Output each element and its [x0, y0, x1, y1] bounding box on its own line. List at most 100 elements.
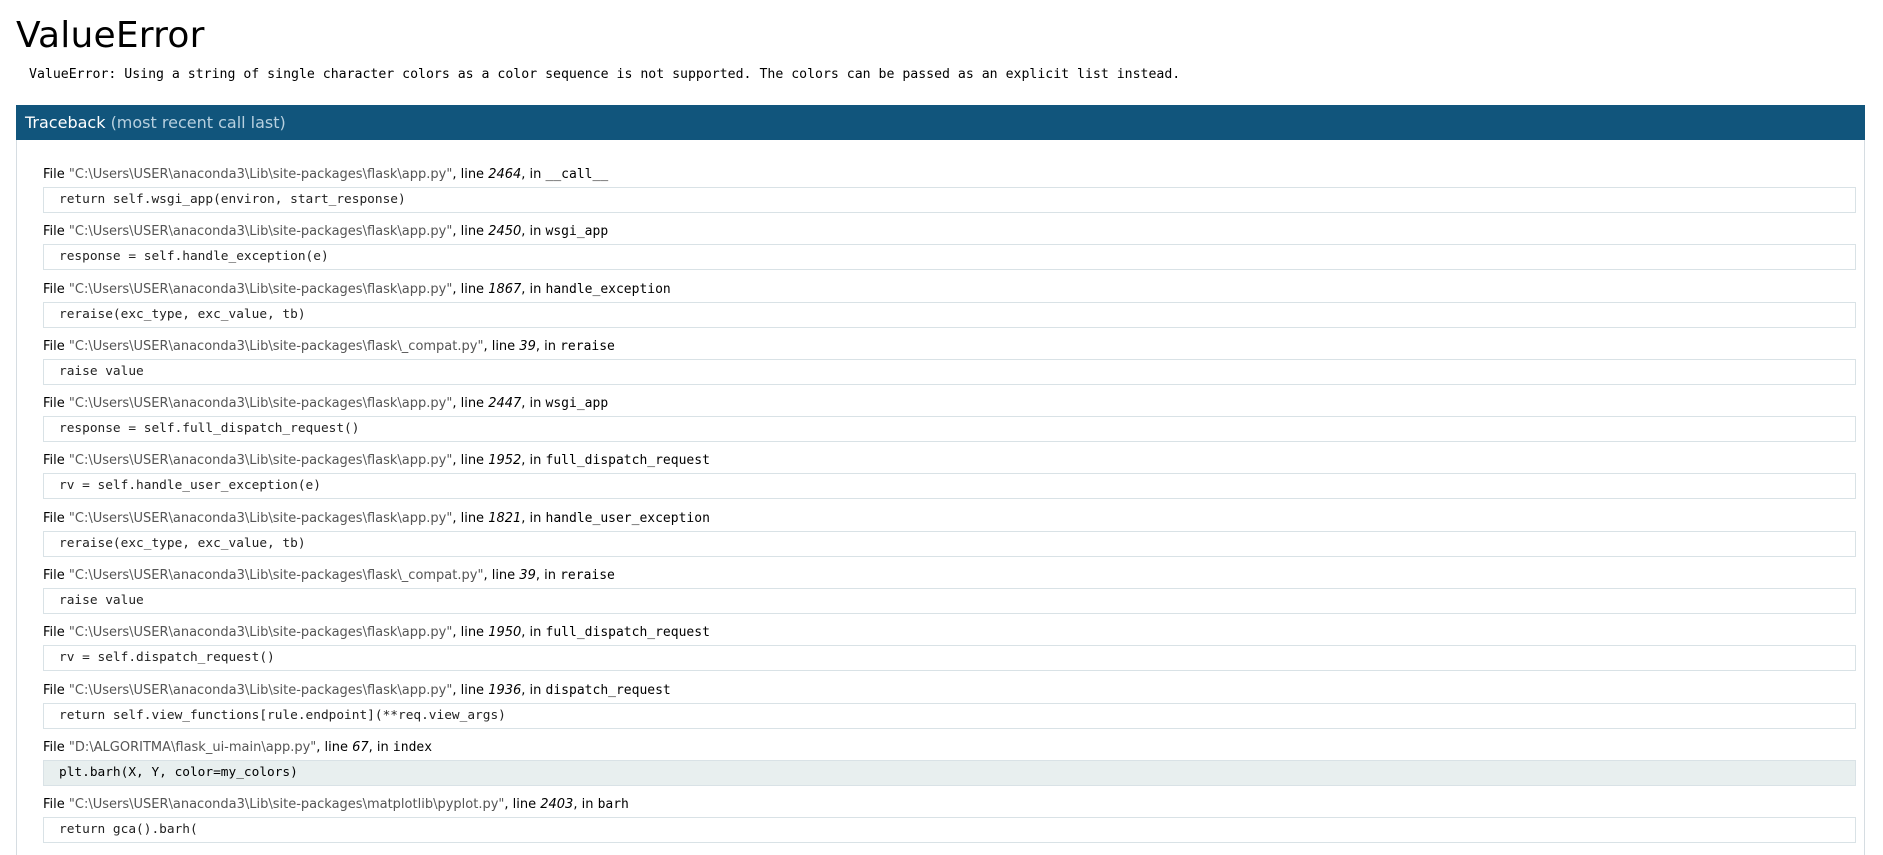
traceback-title: Traceback [25, 113, 106, 132]
file-label: File [43, 338, 69, 354]
traceback-header: Traceback (most recent call last) [16, 105, 1865, 140]
in-label: , in [521, 510, 546, 526]
frame-function-name: barh [597, 797, 629, 813]
traceback-frame: File "C:\Users\USER\anaconda3\Lib\site-p… [43, 337, 1856, 394]
frame-function-name: reraise [560, 568, 615, 584]
frame-source-line[interactable]: return gca().barh( [43, 817, 1856, 844]
error-title: ValueError [16, 15, 205, 56]
frame-line-number: 1952 [488, 453, 522, 469]
frame-source-line[interactable]: reraise(exc_type, exc_value, tb) [43, 530, 1856, 557]
frame-source-line[interactable]: return self.view_functions[rule.endpoint… [43, 702, 1856, 729]
frame-source-line[interactable]: plt.barh(X, Y, color=my_colors) [43, 759, 1856, 786]
line-label: , line [316, 739, 353, 755]
in-label: , in [521, 453, 546, 469]
frame-line-number: 2450 [488, 224, 522, 240]
file-label: File [43, 281, 69, 297]
traceback-subtitle: (most recent call last) [110, 113, 286, 132]
frame-location: File "C:\Users\USER\anaconda3\Lib\site-p… [43, 509, 1856, 529]
frame-location: File "C:\Users\USER\anaconda3\Lib\site-p… [43, 566, 1856, 586]
frame-line-number: 1950 [488, 625, 522, 641]
frame-location: File "C:\Users\USER\anaconda3\Lib\site-p… [43, 337, 1856, 357]
frame-line-number: 67 [352, 739, 369, 755]
frame-file-path: "C:\Users\USER\anaconda3\Lib\site-packag… [68, 281, 453, 297]
frame-source-line[interactable]: rv = self.dispatch_request() [43, 645, 1856, 672]
line-label: , line [504, 797, 541, 813]
frame-file-path: "C:\Users\USER\anaconda3\Lib\site-packag… [68, 625, 453, 641]
error-message: ValueError: Using a string of single cha… [29, 67, 1181, 82]
frame-line-number: 2447 [488, 396, 522, 412]
frame-file-path: "D:\ALGORITMA\flask_ui-main\app.py" [68, 739, 317, 755]
frame-source-line[interactable]: raise value [43, 358, 1856, 385]
frame-function-name: wsgi_app [545, 224, 609, 240]
frame-function-name: handle_exception [545, 281, 671, 297]
in-label: , in [521, 224, 546, 240]
frame-line-number: 2464 [488, 167, 522, 182]
frame-source-line[interactable]: response = self.handle_exception(e) [43, 244, 1856, 271]
file-label: File [43, 625, 69, 641]
frame-location: File "C:\Users\USER\anaconda3\Lib\site-p… [43, 795, 1856, 815]
frame-location: File "D:\ALGORITMA\flask_ui-main\app.py"… [43, 738, 1856, 758]
frame-file-path: "C:\Users\USER\anaconda3\Lib\site-packag… [68, 510, 453, 526]
in-label: , in [521, 396, 546, 412]
line-label: , line [452, 396, 489, 412]
frame-function-name: full_dispatch_request [545, 453, 710, 469]
file-label: File [43, 797, 69, 813]
frame-file-path: "C:\Users\USER\anaconda3\Lib\site-packag… [68, 682, 453, 698]
frame-file-path: "C:\Users\USER\anaconda3\Lib\site-packag… [68, 453, 453, 469]
traceback-frame: File "C:\Users\USER\anaconda3\Lib\site-p… [43, 165, 1856, 222]
in-label: , in [535, 568, 561, 584]
traceback-frame: File "C:\Users\USER\anaconda3\Lib\site-p… [43, 280, 1856, 337]
frame-line-number: 1867 [488, 281, 522, 297]
frame-file-path: "C:\Users\USER\anaconda3\Lib\site-packag… [68, 224, 453, 240]
frame-location: File "C:\Users\USER\anaconda3\Lib\site-p… [43, 623, 1856, 643]
file-label: File [43, 682, 69, 698]
line-label: , line [452, 224, 489, 240]
frame-function-name: reraise [560, 338, 615, 354]
file-label: File [43, 739, 69, 755]
line-label: , line [452, 167, 489, 182]
line-label: , line [483, 568, 520, 584]
frame-source-line[interactable]: reraise(exc_type, exc_value, tb) [43, 301, 1856, 328]
line-label: , line [452, 625, 489, 641]
file-label: File [43, 167, 69, 182]
frame-source-line[interactable]: return self.wsgi_app(environ, start_resp… [43, 187, 1856, 213]
frame-line-number: 1821 [488, 510, 522, 526]
debugger-page: ValueError ValueError: Using a string of… [0, 0, 1883, 855]
file-label: File [43, 510, 69, 526]
traceback-frame: File "C:\Users\USER\anaconda3\Lib\site-p… [43, 623, 1856, 680]
file-label: File [43, 396, 69, 412]
frame-location: File "C:\Users\USER\anaconda3\Lib\site-p… [43, 165, 1856, 185]
frame-line-number: 39 [519, 338, 536, 354]
line-label: , line [452, 682, 489, 698]
in-label: , in [521, 625, 546, 641]
frame-function-name: index [392, 739, 433, 755]
traceback-frame: File "C:\Users\USER\anaconda3\Lib\site-p… [43, 566, 1856, 623]
file-label: File [43, 453, 69, 469]
frame-function-name: __call__ [545, 167, 609, 182]
line-label: , line [452, 281, 489, 297]
frame-function-name: handle_user_exception [545, 510, 710, 526]
in-label: , in [573, 797, 598, 813]
frame-location: File "C:\Users\USER\anaconda3\Lib\site-p… [43, 451, 1856, 471]
line-label: , line [483, 338, 520, 354]
in-label: , in [368, 739, 393, 755]
frame-line-number: 39 [519, 568, 536, 584]
frame-source-line[interactable]: rv = self.handle_user_exception(e) [43, 473, 1856, 500]
in-label: , in [521, 167, 546, 182]
frame-source-line[interactable]: raise value [43, 588, 1856, 615]
frame-function-name: wsgi_app [545, 396, 609, 412]
line-label: , line [452, 510, 489, 526]
frame-line-number: 1936 [488, 682, 522, 698]
frame-file-path: "C:\Users\USER\anaconda3\Lib\site-packag… [68, 396, 453, 412]
frame-location: File "C:\Users\USER\anaconda3\Lib\site-p… [43, 394, 1856, 414]
frame-file-path: "C:\Users\USER\anaconda3\Lib\site-packag… [68, 338, 484, 354]
traceback-frame: File "C:\Users\USER\anaconda3\Lib\site-p… [43, 451, 1856, 508]
in-label: , in [521, 682, 546, 698]
traceback-frame: File "D:\ALGORITMA\flask_ui-main\app.py"… [43, 738, 1856, 795]
frame-file-path: "C:\Users\USER\anaconda3\Lib\site-packag… [68, 797, 505, 813]
frame-source-line[interactable]: response = self.full_dispatch_request() [43, 416, 1856, 443]
frame-location: File "C:\Users\USER\anaconda3\Lib\site-p… [43, 681, 1856, 701]
frame-location: File "C:\Users\USER\anaconda3\Lib\site-p… [43, 222, 1856, 242]
traceback-frame: File "C:\Users\USER\anaconda3\Lib\site-p… [43, 681, 1856, 738]
line-label: , line [452, 453, 489, 469]
